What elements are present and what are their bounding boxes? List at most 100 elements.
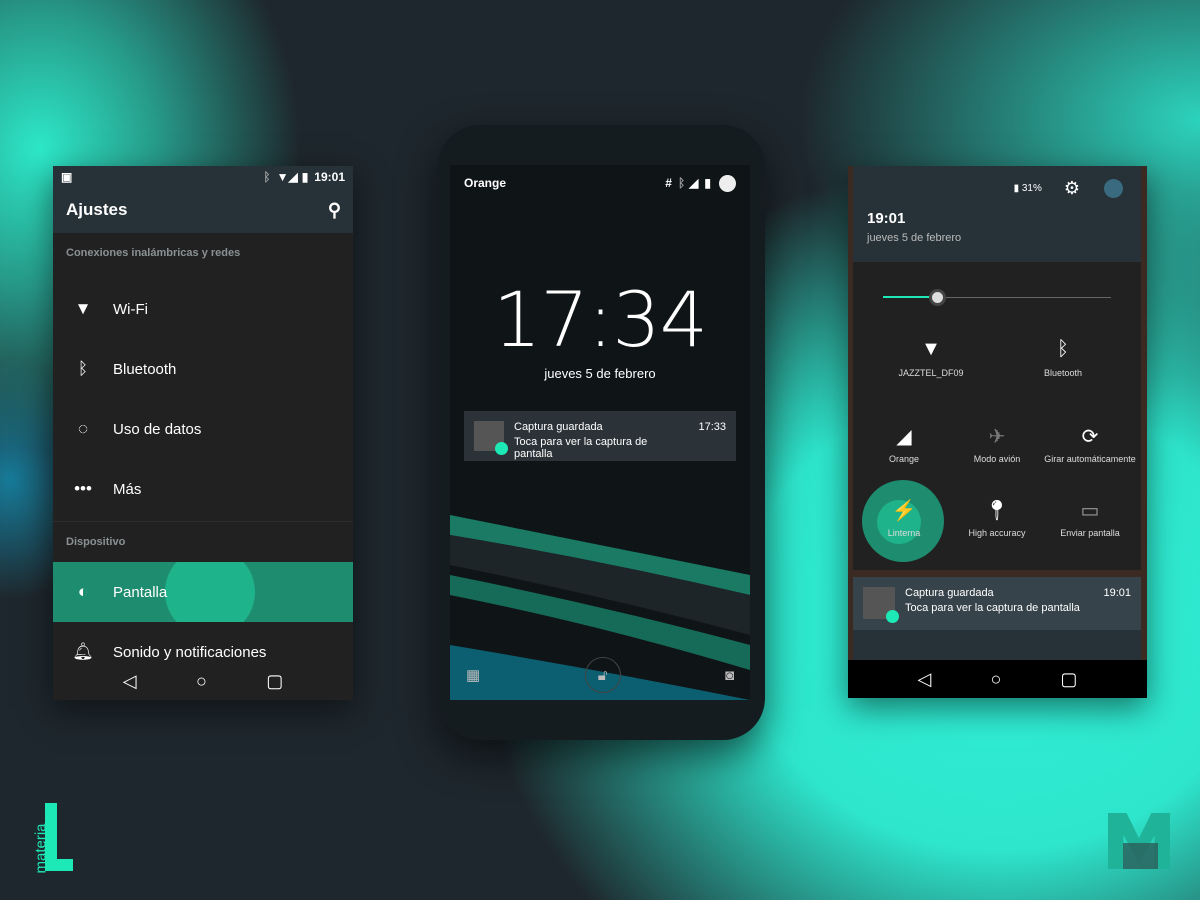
status-bar: ▣ ᛒ ▼◢ ▮ 19:01 bbox=[53, 166, 353, 187]
settings-item-data-usage[interactable]: ◌ Uso de datos bbox=[53, 399, 353, 459]
recents-icon[interactable]: ▢ bbox=[1060, 669, 1077, 690]
recents-icon[interactable]: ▢ bbox=[266, 671, 283, 692]
more-icon: ••• bbox=[74, 479, 92, 498]
battery-icon: ▮ 31% bbox=[1013, 183, 1042, 194]
section-header: Conexiones inalámbricas y redes bbox=[66, 247, 241, 259]
tile-signal[interactable]: ◢ Orange bbox=[854, 424, 954, 464]
status-bar: Orange # ᛒ ◢ ▮ bbox=[450, 165, 750, 201]
notification-card[interactable]: Captura guardada Toca para ver la captura… bbox=[853, 577, 1141, 630]
tile-label: JAZZTEL_DF09 bbox=[898, 368, 964, 378]
tile-rotate[interactable]: ⟳ Girar automáticamente bbox=[1040, 424, 1140, 464]
signal-4g-icon: ◢ bbox=[689, 176, 699, 190]
tile-label: Bluetooth bbox=[1043, 368, 1083, 378]
hash-icon: # bbox=[665, 176, 672, 190]
lock-screen: Orange # ᛒ ◢ ▮ 17:34 jueves 5 de febrero… bbox=[450, 165, 750, 700]
dialer-icon[interactable]: ▦ bbox=[466, 666, 480, 684]
notification-text: Toca para ver la captura de pantalla bbox=[905, 602, 1080, 614]
settings-item-display[interactable]: ◐ Pantalla bbox=[53, 562, 353, 622]
notification-text: Toca para ver la captura de pantalla bbox=[514, 436, 648, 460]
image-badge-icon bbox=[886, 610, 899, 623]
battery-icon: ▮ bbox=[301, 169, 309, 184]
settings-screen: ▣ ᛒ ▼◢ ▮ 19:01 Ajustes ⚲ Conexiones inal… bbox=[53, 166, 353, 700]
lock-date: jueves 5 de febrero bbox=[544, 366, 656, 381]
notification-time: 19:01 bbox=[1103, 587, 1131, 599]
tile-cast[interactable]: ▭ Enviar pantalla bbox=[1040, 498, 1140, 538]
wifi-icon: ▼ bbox=[74, 299, 92, 318]
search-icon[interactable]: ⚲ bbox=[328, 200, 341, 221]
page-title: Ajustes bbox=[66, 200, 128, 219]
home-icon[interactable]: ○ bbox=[196, 671, 207, 692]
back-icon[interactable]: ◁ bbox=[918, 669, 932, 690]
settings-item-more[interactable]: ••• Más bbox=[53, 459, 353, 519]
home-icon[interactable]: ○ bbox=[990, 669, 1001, 690]
qs-date: jueves 5 de febrero bbox=[867, 232, 962, 244]
nav-bar: ◁ ○ ▢ bbox=[848, 660, 1147, 698]
brightness-icon: ◐ bbox=[77, 582, 89, 601]
avatar[interactable] bbox=[1104, 179, 1123, 198]
tile-bluetooth[interactable]: ᛒ Bluetooth bbox=[1013, 338, 1113, 378]
settings-item-bluetooth[interactable]: ᛒ Bluetooth bbox=[53, 339, 353, 399]
brightness-thumb[interactable] bbox=[929, 289, 946, 306]
ripple bbox=[165, 562, 255, 622]
bluetooth-icon: ᛒ bbox=[1057, 338, 1069, 360]
flashlight-icon: ⚡ bbox=[891, 500, 917, 522]
notification-card[interactable]: Captura guardada Toca para ver la captura… bbox=[464, 411, 736, 461]
item-label: Wi-Fi bbox=[113, 300, 148, 318]
panel-footer bbox=[853, 630, 1141, 660]
bluetooth-icon: ᛒ bbox=[77, 359, 89, 378]
screenshot-thumbnail bbox=[863, 587, 899, 623]
quick-settings-panel: ▼ JAZZTEL_DF09 ᛒ Bluetooth ◢ Orange ✈ Modo a… bbox=[853, 262, 1141, 570]
tile-wifi[interactable]: ▼ JAZZTEL_DF09 bbox=[881, 338, 981, 378]
item-label: Bluetooth bbox=[113, 360, 177, 378]
toolbar: Ajustes ⚲ bbox=[53, 187, 353, 233]
tile-airplane[interactable]: ✈ Modo avión bbox=[947, 424, 1047, 464]
materia-l-logo: materia bbox=[28, 800, 78, 875]
status-time: 19:01 bbox=[314, 169, 345, 184]
data-usage-icon: ◌ bbox=[77, 419, 89, 438]
carrier-label: Orange bbox=[464, 176, 507, 190]
bluetooth-icon: ᛒ bbox=[263, 169, 271, 184]
signal-icon: ◢ bbox=[896, 426, 912, 448]
location-icon: 📍︎ bbox=[984, 500, 1010, 522]
settings-item-wifi[interactable]: ▼ Wi-Fi bbox=[53, 279, 353, 339]
camera-icon[interactable]: ◙ bbox=[725, 667, 734, 684]
lock-clock: 17:34 bbox=[492, 275, 708, 364]
section-header: Dispositivo bbox=[66, 536, 126, 548]
item-label: Más bbox=[113, 480, 142, 498]
rotate-icon: ⟳ bbox=[1081, 426, 1099, 448]
wifi-icon: ▼◢ bbox=[276, 169, 298, 184]
tile-flashlight[interactable]: ⚡ Linterna bbox=[854, 498, 954, 538]
cast-icon: ▭ bbox=[1080, 500, 1100, 522]
notification-time: 17:33 bbox=[698, 421, 726, 433]
tile-location[interactable]: 📍︎ High accuracy bbox=[947, 498, 1047, 538]
tile-label: Enviar pantalla bbox=[1060, 528, 1120, 538]
tile-label: High accuracy bbox=[968, 528, 1026, 538]
wifi-icon: ▼ bbox=[921, 338, 941, 360]
image-badge-icon bbox=[495, 442, 508, 455]
nav-bar: ◁ ○ ▢ bbox=[53, 663, 353, 700]
m-logo bbox=[1108, 813, 1170, 869]
bluetooth-icon: ᛒ bbox=[677, 176, 686, 190]
quick-settings-header: ▮ 31% ⚙ 19:01 jueves 5 de febrero bbox=[853, 166, 1141, 262]
battery-icon: ▮ bbox=[704, 176, 711, 190]
user-icon[interactable] bbox=[719, 174, 736, 192]
battery-percent: 31% bbox=[1021, 183, 1042, 194]
gear-icon[interactable]: ⚙ bbox=[1064, 178, 1080, 199]
item-label: Sonido y notificaciones bbox=[113, 643, 267, 661]
quick-settings-screen: ▮ 31% ⚙ 19:01 jueves 5 de febrero ▼ JAZZT… bbox=[848, 166, 1147, 698]
qs-time: 19:01 bbox=[867, 210, 906, 227]
item-label: Uso de datos bbox=[113, 420, 202, 438]
tile-label: Girar automáticamente bbox=[1044, 454, 1136, 464]
tile-label: Linterna bbox=[887, 528, 921, 538]
notification-title: Captura guardada bbox=[514, 421, 603, 433]
notification-title: Captura guardada bbox=[905, 587, 994, 599]
airplane-icon: ✈ bbox=[988, 426, 1006, 448]
tile-label: Orange bbox=[888, 454, 920, 464]
unlock-icon[interactable]: 🔓︎ bbox=[584, 657, 621, 693]
screenshot-thumbnail bbox=[474, 421, 508, 455]
tile-label: Modo avión bbox=[973, 454, 1021, 464]
image-icon: ▣ bbox=[61, 169, 73, 184]
back-icon[interactable]: ◁ bbox=[123, 671, 137, 692]
bell-icon: 🔔︎ bbox=[72, 642, 94, 661]
lock-actions: ▦ 🔓︎ ◙ bbox=[450, 657, 750, 693]
